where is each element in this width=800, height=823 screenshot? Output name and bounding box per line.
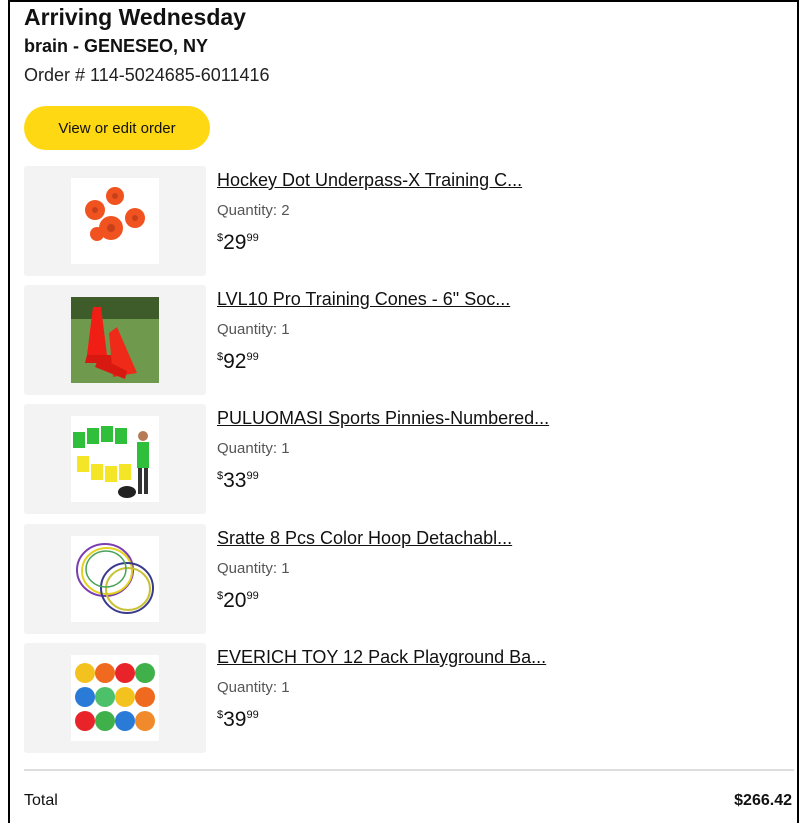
- view-edit-order-button[interactable]: View or edit order: [24, 106, 210, 150]
- price-fraction: 99: [246, 590, 259, 602]
- item-thumbnail[interactable]: [24, 166, 206, 276]
- item-quantity: Quantity: 1: [217, 679, 290, 696]
- item-quantity: Quantity: 1: [217, 560, 290, 577]
- order-item: Hockey Dot Underpass-X Training C... Qua…: [24, 166, 784, 276]
- summary-divider: [24, 769, 794, 771]
- item-title-link[interactable]: PULUOMASI Sports Pinnies-Numbered...: [217, 408, 549, 429]
- price-symbol: $: [217, 590, 224, 602]
- color-hoops-icon: [71, 536, 159, 622]
- order-item: EVERICH TOY 12 Pack Playground Ba... Qua…: [24, 643, 784, 753]
- item-title-link[interactable]: Sratte 8 Pcs Color Hoop Detachabl...: [217, 528, 512, 549]
- price-fraction: 99: [246, 351, 259, 363]
- price-fraction: 99: [246, 232, 259, 244]
- item-price: $2999: [217, 232, 259, 253]
- item-quantity: Quantity: 2: [217, 202, 290, 219]
- price-whole: 39: [223, 708, 247, 731]
- item-title-link[interactable]: LVL10 Pro Training Cones - 6" Soc...: [217, 289, 510, 310]
- item-quantity: Quantity: 1: [217, 440, 290, 457]
- training-cones-icon: [71, 297, 159, 383]
- price-symbol: $: [217, 470, 224, 482]
- price-symbol: $: [217, 351, 224, 363]
- item-thumbnail[interactable]: [24, 285, 206, 395]
- item-price: $2099: [217, 590, 259, 611]
- item-thumbnail[interactable]: [24, 404, 206, 514]
- order-number: Order # 114-5024685-6011416: [24, 65, 270, 85]
- price-whole: 92: [223, 350, 247, 373]
- total-value: $266.42: [734, 792, 792, 809]
- price-symbol: $: [217, 232, 224, 244]
- sports-pinnies-icon: [71, 416, 159, 502]
- arrival-heading: Arriving Wednesday: [24, 4, 246, 30]
- price-fraction: 99: [246, 709, 259, 721]
- item-price: $9299: [217, 351, 259, 372]
- price-whole: 20: [223, 589, 247, 612]
- item-title-link[interactable]: Hockey Dot Underpass-X Training C...: [217, 170, 522, 191]
- price-whole: 33: [223, 469, 247, 492]
- item-title-link[interactable]: EVERICH TOY 12 Pack Playground Ba...: [217, 647, 546, 668]
- total-label: Total: [24, 792, 58, 809]
- orange-cone-dots-icon: [71, 178, 159, 264]
- order-item: LVL10 Pro Training Cones - 6" Soc... Qua…: [24, 285, 784, 395]
- item-price: $3399: [217, 470, 259, 491]
- price-fraction: 99: [246, 470, 259, 482]
- item-thumbnail[interactable]: [24, 524, 206, 634]
- price-whole: 29: [223, 231, 247, 254]
- item-quantity: Quantity: 1: [217, 321, 290, 338]
- order-item: PULUOMASI Sports Pinnies-Numbered... Qua…: [24, 404, 784, 514]
- item-price: $3999: [217, 709, 259, 730]
- playground-balls-icon: [71, 655, 159, 741]
- ship-to-label: brain - GENESEO, NY: [24, 36, 209, 56]
- price-symbol: $: [217, 709, 224, 721]
- order-item: Sratte 8 Pcs Color Hoop Detachabl... Qua…: [24, 524, 784, 634]
- item-thumbnail[interactable]: [24, 643, 206, 753]
